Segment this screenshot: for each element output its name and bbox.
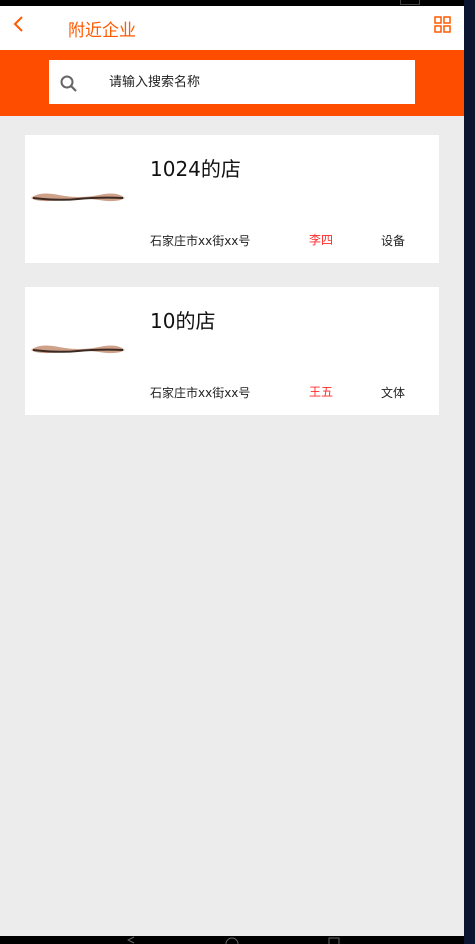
store-name: 1024的店 (150, 157, 241, 181)
store-card[interactable]: 1024的店 石家庄市xx街xx号 李四 设备 (25, 135, 439, 263)
store-category: 文体 (381, 386, 406, 400)
store-contact: 李四 (309, 233, 334, 247)
search-bar-area (0, 50, 464, 116)
store-card[interactable]: 10的店 石家庄市xx街xx号 王五 文体 (25, 287, 439, 415)
chevron-left-icon (13, 16, 23, 32)
store-category: 设备 (381, 234, 406, 248)
store-contact: 王五 (309, 385, 334, 399)
store-name: 10的店 (150, 309, 216, 333)
app-screen: 附近企业 请输入搜索名称 1024的店 石家庄市xx街xx号 李四 设备 10的… (0, 0, 464, 936)
nav-home-icon[interactable] (224, 936, 240, 944)
nav-recents-icon[interactable] (326, 936, 342, 944)
store-address: 石家庄市xx街xx号 (150, 386, 251, 400)
battery-icon (400, 0, 420, 5)
search-box[interactable] (49, 60, 415, 104)
store-thumbnail (31, 345, 125, 354)
search-icon (60, 75, 77, 92)
page-title: 附近企业 (68, 21, 136, 41)
search-input[interactable] (109, 70, 409, 94)
grid-menu-button[interactable] (434, 16, 452, 34)
back-button[interactable] (8, 10, 36, 40)
store-address: 石家庄市xx街xx号 (150, 234, 251, 248)
grid-icon (434, 16, 451, 33)
device-frame: 附近企业 请输入搜索名称 1024的店 石家庄市xx街xx号 李四 设备 10的… (0, 0, 475, 944)
nav-back-icon[interactable] (124, 936, 140, 944)
store-thumbnail (31, 193, 125, 202)
app-header: 附近企业 (0, 6, 464, 50)
